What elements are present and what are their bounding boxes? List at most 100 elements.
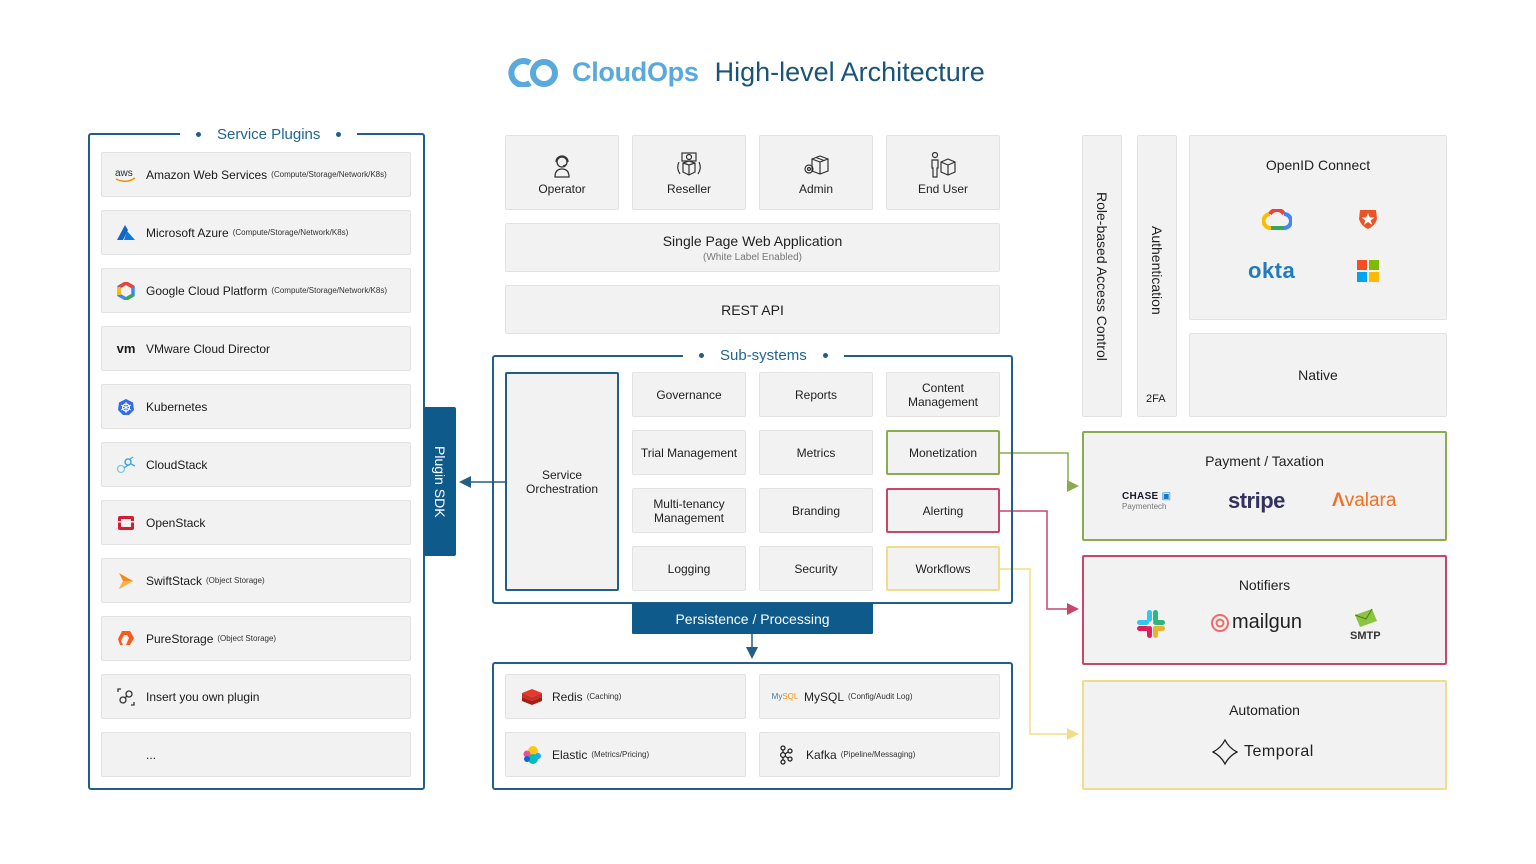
subsystem-security[interactable]: Security bbox=[759, 546, 873, 591]
plugin-note: (Compute/Storage/Network/K8s) bbox=[232, 228, 349, 237]
subsystem-label: Alerting bbox=[922, 503, 964, 518]
plugin-gcp[interactable]: Google Cloud Platform (Compute/Storage/N… bbox=[101, 268, 411, 313]
persona-operator[interactable]: Operator bbox=[505, 135, 619, 210]
microsoft-icon bbox=[1357, 260, 1379, 282]
db-note: (Pipeline/Messaging) bbox=[840, 750, 916, 759]
authentication-box: Authentication 2FA bbox=[1137, 135, 1177, 417]
persona-end-user[interactable]: End User bbox=[886, 135, 1000, 210]
plugin-kubernetes[interactable]: Kubernetes bbox=[101, 384, 411, 429]
persona-label: Operator bbox=[538, 181, 586, 196]
service-orchestration[interactable]: Service Orchestration bbox=[505, 372, 619, 591]
subsystem-label: Metrics bbox=[796, 445, 836, 460]
subsystem-label: Branding bbox=[791, 503, 841, 518]
vmware-icon: vm bbox=[116, 341, 136, 356]
db-name: Redis bbox=[552, 689, 583, 704]
plugin-name: CloudStack bbox=[146, 457, 208, 472]
subsystem-content-management[interactable]: Content Management bbox=[886, 372, 1000, 417]
subsystem-label: Content Management bbox=[907, 380, 979, 409]
plugin-name: Amazon Web Services bbox=[146, 167, 268, 182]
twofa-label: 2FA bbox=[1146, 393, 1166, 405]
payment-title: Payment / Taxation bbox=[1205, 453, 1324, 469]
cloudops-logo-icon bbox=[508, 58, 558, 87]
plugin-purestorage[interactable]: PureStorage (Object Storage) bbox=[101, 616, 411, 661]
subsystem-reports[interactable]: Reports bbox=[759, 372, 873, 417]
db-note: (Metrics/Pricing) bbox=[591, 750, 650, 759]
subsystem-logging[interactable]: Logging bbox=[632, 546, 746, 591]
service-plugins-title: Service Plugins bbox=[217, 125, 321, 143]
spa-title: Single Page Web Application bbox=[662, 232, 843, 249]
db-kafka[interactable]: Kafka (Pipeline/Messaging) bbox=[759, 732, 1000, 777]
subsystems-label: Sub-systems bbox=[683, 345, 844, 365]
persona-reseller[interactable]: Reseller bbox=[632, 135, 746, 210]
plugin-name: Insert you own plugin bbox=[146, 689, 260, 704]
okta-logo: okta bbox=[1248, 258, 1296, 283]
redis-icon bbox=[520, 688, 544, 706]
service-orchestration-label: Service Orchestration bbox=[525, 467, 599, 496]
brand-name: CloudOps bbox=[572, 56, 699, 87]
automation-title: Automation bbox=[1229, 702, 1300, 718]
cloudstack-icon bbox=[114, 455, 138, 475]
gcp-icon bbox=[114, 281, 138, 301]
plugin-name: SwiftStack bbox=[146, 573, 203, 588]
persona-label: Admin bbox=[798, 181, 833, 196]
spa-box: Single Page Web Application (White Label… bbox=[505, 223, 1000, 272]
subsystem-alerting[interactable]: Alerting bbox=[886, 488, 1000, 533]
aws-icon: aws bbox=[114, 165, 138, 185]
notifiers-title: Notifiers bbox=[1238, 577, 1291, 593]
subsystem-monetization[interactable]: Monetization bbox=[886, 430, 1000, 475]
persona-admin[interactable]: Admin bbox=[759, 135, 873, 210]
db-name: MySQL bbox=[804, 689, 845, 704]
db-note: (Config/Audit Log) bbox=[848, 692, 913, 701]
plugin-sdk-bar[interactable]: Plugin SDK bbox=[424, 407, 456, 556]
plugin-openstack[interactable]: OpenStack bbox=[101, 500, 411, 545]
plugin-cloudstack[interactable]: CloudStack bbox=[101, 442, 411, 487]
subsystem-label: Logging bbox=[667, 561, 711, 576]
plugin-sdk-label: Plugin SDK bbox=[432, 445, 448, 518]
smtp-logo: SMTP bbox=[1350, 607, 1381, 642]
subsystem-label: Monetization bbox=[908, 445, 978, 460]
kafka-icon bbox=[774, 744, 798, 765]
subsystem-label: Workflows bbox=[915, 561, 971, 576]
plugin-spacer bbox=[114, 745, 138, 765]
persistence-bar[interactable]: Persistence / Processing bbox=[632, 603, 873, 634]
subsystem-label: Trial Management bbox=[640, 445, 738, 460]
purestorage-icon bbox=[114, 629, 138, 649]
slack-icon bbox=[1137, 610, 1165, 638]
persona-label: End User bbox=[917, 181, 969, 196]
openid-box: OpenID Connect okta bbox=[1189, 135, 1447, 320]
plugin-vmware[interactable]: vm VMware Cloud Director bbox=[101, 326, 411, 371]
authentication-label: Authentication bbox=[1149, 226, 1165, 315]
rbac-box: Role-based Access Control bbox=[1082, 135, 1122, 417]
plugin-more[interactable]: ... bbox=[101, 732, 411, 777]
plugin-note: (Object Storage) bbox=[206, 576, 265, 585]
openstack-icon bbox=[114, 513, 138, 533]
rbac-label: Role-based Access Control bbox=[1094, 191, 1110, 361]
subsystem-multi-tenancy[interactable]: Multi-tenancy Management bbox=[632, 488, 746, 533]
db-elastic[interactable]: Elastic (Metrics/Pricing) bbox=[505, 732, 746, 777]
diagram-title: High-level Architecture bbox=[714, 56, 985, 87]
user-box-icon bbox=[929, 150, 957, 178]
subsystem-trial-management[interactable]: Trial Management bbox=[632, 430, 746, 475]
mailgun-logo: mailgun bbox=[1210, 611, 1302, 634]
subsystem-governance[interactable]: Governance bbox=[632, 372, 746, 417]
auth0-icon bbox=[1359, 210, 1377, 229]
plugin-swiftstack[interactable]: SwiftStack (Object Storage) bbox=[101, 558, 411, 603]
gear-box-icon bbox=[802, 150, 830, 178]
automation-box: Automation Temporal bbox=[1082, 680, 1447, 790]
service-plugins-label: Service Plugins bbox=[180, 124, 358, 144]
plugin-name: Microsoft Azure bbox=[146, 225, 229, 240]
google-cloud-icon bbox=[1262, 209, 1292, 230]
subsystem-workflows[interactable]: Workflows bbox=[886, 546, 1000, 591]
db-name: Elastic bbox=[552, 747, 588, 762]
plugin-note: (Compute/Storage/Network/K8s) bbox=[271, 170, 387, 179]
subsystem-branding[interactable]: Branding bbox=[759, 488, 873, 533]
svg-text:aws: aws bbox=[115, 168, 133, 179]
db-mysql[interactable]: My SQL MySQL (Config/Audit Log) bbox=[759, 674, 1000, 719]
db-redis[interactable]: Redis (Caching) bbox=[505, 674, 746, 719]
plugin-aws[interactable]: aws Amazon Web Services (Compute/Storage… bbox=[101, 152, 411, 197]
plugin-azure[interactable]: Microsoft Azure (Compute/Storage/Network… bbox=[101, 210, 411, 255]
plugin-icon bbox=[114, 687, 138, 707]
plugin-custom[interactable]: Insert you own plugin bbox=[101, 674, 411, 719]
subsystem-metrics[interactable]: Metrics bbox=[759, 430, 873, 475]
elastic-icon bbox=[520, 745, 544, 765]
